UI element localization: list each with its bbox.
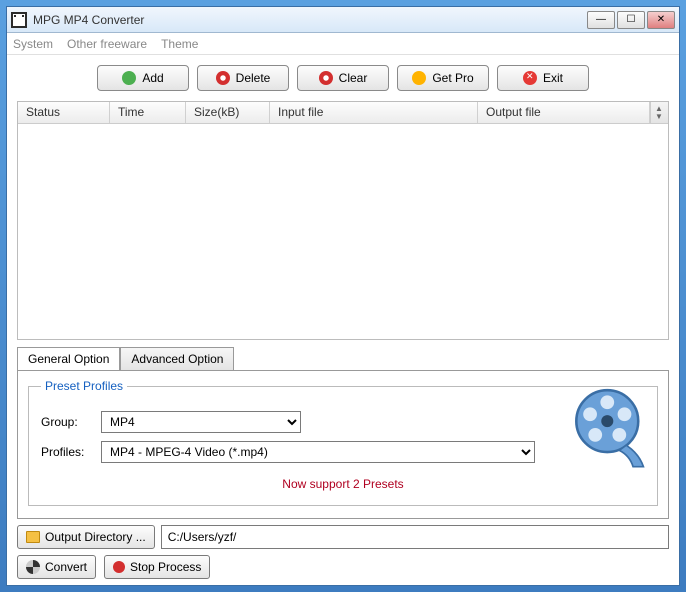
profiles-select[interactable]: MP4 - MPEG-4 Video (*.mp4)	[101, 441, 535, 463]
group-label: Group:	[41, 415, 95, 429]
convert-icon	[26, 560, 40, 574]
add-button[interactable]: Add	[97, 65, 189, 91]
stop-icon	[113, 561, 125, 573]
stop-process-button[interactable]: Stop Process	[104, 555, 210, 579]
delete-icon	[216, 71, 230, 85]
exit-button[interactable]: Exit	[497, 65, 589, 91]
preset-profiles-legend: Preset Profiles	[41, 379, 127, 393]
tab-general-option[interactable]: General Option	[17, 347, 120, 371]
col-status[interactable]: Status	[18, 102, 110, 123]
group-select[interactable]: MP4	[101, 411, 301, 433]
preset-profiles-group: Preset Profiles Group: MP4 Profiles: MP4…	[28, 379, 658, 506]
maximize-button[interactable]: ☐	[617, 11, 645, 29]
titlebar: MPG MP4 Converter — ☐ ✕	[7, 7, 679, 33]
minimize-button[interactable]: —	[587, 11, 615, 29]
col-size[interactable]: Size(kB)	[186, 102, 270, 123]
profiles-label: Profiles:	[41, 445, 95, 459]
output-directory-input[interactable]	[161, 525, 669, 549]
delete-button[interactable]: Delete	[197, 65, 289, 91]
col-output-file[interactable]: Output file	[478, 102, 650, 123]
toolbar: Add Delete Clear Get Pro Exit	[17, 61, 669, 95]
exit-icon	[523, 71, 537, 85]
col-input-file[interactable]: Input file	[270, 102, 478, 123]
convert-button[interactable]: Convert	[17, 555, 96, 579]
clear-button[interactable]: Clear	[297, 65, 389, 91]
menubar: System Other freeware Theme	[7, 33, 679, 55]
file-table: Status Time Size(kB) Input file Output f…	[17, 101, 669, 340]
folder-icon	[26, 531, 40, 543]
general-option-panel: Preset Profiles Group: MP4 Profiles: MP4…	[17, 370, 669, 519]
menu-theme[interactable]: Theme	[161, 37, 198, 51]
getpro-button[interactable]: Get Pro	[397, 65, 489, 91]
film-reel-icon	[566, 385, 652, 471]
menu-other-freeware[interactable]: Other freeware	[67, 37, 147, 51]
menu-system[interactable]: System	[13, 37, 53, 51]
plus-icon	[122, 71, 136, 85]
app-icon	[11, 12, 27, 28]
output-directory-button[interactable]: Output Directory ...	[17, 525, 155, 549]
preset-support-message: Now support 2 Presets	[41, 477, 645, 491]
col-time[interactable]: Time	[110, 102, 186, 123]
close-button[interactable]: ✕	[647, 11, 675, 29]
star-icon	[412, 71, 426, 85]
tab-advanced-option[interactable]: Advanced Option	[120, 347, 234, 371]
window-title: MPG MP4 Converter	[33, 13, 587, 27]
vertical-scrollbar[interactable]	[650, 102, 668, 123]
clear-icon	[319, 71, 333, 85]
